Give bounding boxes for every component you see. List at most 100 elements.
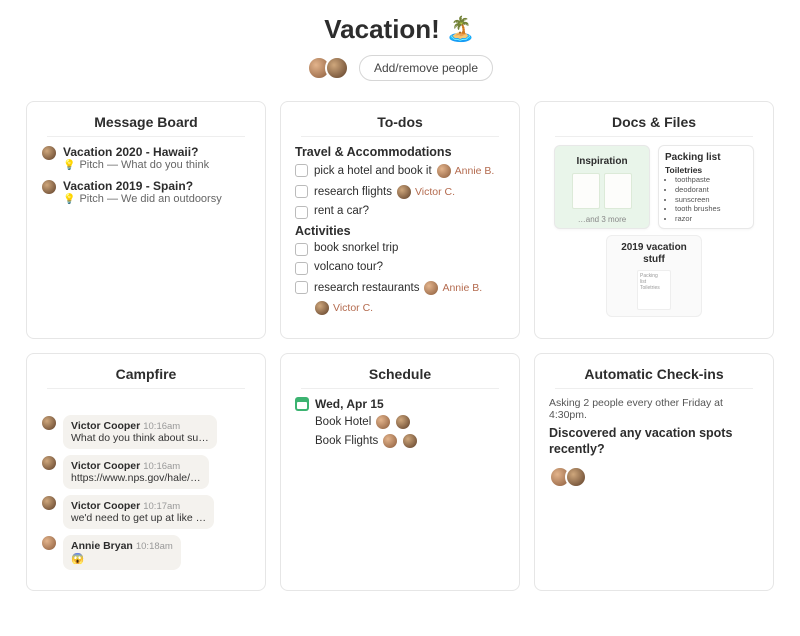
message-title: Vacation 2019 - Spain? xyxy=(63,179,251,193)
chat-author: Victor Cooper xyxy=(71,460,140,472)
avatar xyxy=(41,495,57,511)
chat-message: Annie Bryan10:18am 😱 xyxy=(41,535,251,570)
todo-group-title[interactable]: Travel & Accommodations xyxy=(295,145,505,159)
todo-item[interactable]: research flights Victor C. xyxy=(295,184,505,200)
docs-files-card[interactable]: Docs & Files Inspiration …and 3 more Pac… xyxy=(534,101,774,339)
doc-list-item: tooth brushes xyxy=(675,204,747,214)
doc-item-packing-list[interactable]: Packing list Toiletries toothpaste deodo… xyxy=(658,145,754,229)
lightbulb-icon: 💡 xyxy=(63,194,75,205)
doc-title: 2019 vacation stuff xyxy=(613,242,695,266)
doc-item-inspiration[interactable]: Inspiration …and 3 more xyxy=(554,145,650,229)
todo-item[interactable]: research restaurants Annie B. Victor C. xyxy=(295,280,505,316)
chat-author: Victor Cooper xyxy=(71,500,140,512)
schedule-card[interactable]: Schedule Wed, Apr 15 Book Hotel Book Fli… xyxy=(280,353,520,591)
todo-text: research flights xyxy=(314,186,392,198)
todo-assignee: Annie B. xyxy=(442,282,482,294)
schedule-date: Wed, Apr 15 xyxy=(315,397,384,411)
todo-assignee: Annie B. xyxy=(455,165,495,177)
chat-message: Victor Cooper10:16am https://www.nps.gov… xyxy=(41,455,251,489)
page-title-text: Vacation! xyxy=(324,14,440,45)
todo-text: volcano tour? xyxy=(314,261,383,273)
lightbulb-icon: 💡 xyxy=(63,160,75,171)
avatar xyxy=(382,433,398,449)
more-count: …and 3 more xyxy=(561,215,643,224)
doc-list-item: razor xyxy=(675,214,747,224)
checkin-respondent-avatars xyxy=(549,466,759,488)
todo-checkbox[interactable] xyxy=(295,164,308,177)
chat-body: What do you think about su… xyxy=(71,432,209,444)
message-subtitle: Pitch — What do you think xyxy=(79,159,209,171)
todo-checkbox[interactable] xyxy=(295,262,308,275)
message-title: Vacation 2020 - Hawaii? xyxy=(63,145,251,159)
message-subtitle: Pitch — We did an outdoorsy xyxy=(79,193,221,205)
chat-time: 10:17am xyxy=(143,501,180,512)
todo-checkbox[interactable] xyxy=(295,206,308,219)
avatar xyxy=(325,56,349,80)
chat-message: Victor Cooper10:16am What do you think a… xyxy=(41,415,251,449)
todo-item[interactable]: pick a hotel and book it Annie B. xyxy=(295,163,505,179)
doc-thumbnail: PackinglistToiletries xyxy=(637,270,671,310)
message-board-card[interactable]: Message Board Vacation 2020 - Hawaii? 💡 P… xyxy=(26,101,266,339)
page-title: Vacation! 🏝️ xyxy=(324,14,475,45)
avatar xyxy=(41,179,57,195)
todo-text: pick a hotel and book it xyxy=(314,165,432,177)
chat-author: Annie Bryan xyxy=(71,540,133,552)
image-thumbnail xyxy=(604,173,632,209)
todo-item[interactable]: book snorkel trip xyxy=(295,242,505,256)
chat-time: 10:18am xyxy=(136,541,173,552)
chat-time: 10:16am xyxy=(143,421,180,432)
avatar xyxy=(41,145,57,161)
avatar xyxy=(41,455,57,471)
avatar xyxy=(396,184,412,200)
avatar xyxy=(41,535,57,551)
avatar xyxy=(41,415,57,431)
todo-text: book snorkel trip xyxy=(314,242,398,254)
palm-island-icon: 🏝️ xyxy=(446,15,476,44)
avatar xyxy=(314,300,330,316)
campfire-card[interactable]: Campfire Victor Cooper10:16am What do yo… xyxy=(26,353,266,591)
todo-checkbox[interactable] xyxy=(295,281,308,294)
chat-author: Victor Cooper xyxy=(71,420,140,432)
card-title: Docs & Files xyxy=(555,114,753,137)
schedule-item-text: Book Hotel xyxy=(315,416,371,428)
todo-checkbox[interactable] xyxy=(295,243,308,256)
avatar xyxy=(402,433,418,449)
todo-text: research restaurants xyxy=(314,282,419,294)
checkin-question: Discovered any vacation spots recently? xyxy=(549,425,759,458)
todo-assignee: Victor C. xyxy=(333,302,373,314)
message-item[interactable]: Vacation 2020 - Hawaii? 💡 Pitch — What do… xyxy=(41,145,251,171)
chat-time: 10:16am xyxy=(143,461,180,472)
schedule-item[interactable]: Book Hotel xyxy=(315,414,505,430)
card-title: Message Board xyxy=(47,114,245,137)
todo-checkbox[interactable] xyxy=(295,185,308,198)
doc-subtitle: Toiletries xyxy=(665,165,747,175)
card-title: To-dos xyxy=(301,114,499,137)
schedule-item[interactable]: Book Flights xyxy=(315,433,505,449)
add-remove-people-button[interactable]: Add/remove people xyxy=(359,55,493,81)
card-title: Automatic Check-ins xyxy=(555,366,753,389)
chat-body: https://www.nps.gov/hale/… xyxy=(71,472,201,484)
todo-text: rent a car? xyxy=(314,205,369,217)
checkin-meta: Asking 2 people every other Friday at 4:… xyxy=(549,397,759,421)
chat-body: 😱 xyxy=(71,552,173,565)
project-people-avatars[interactable] xyxy=(307,56,349,80)
doc-list-item: sunscreen xyxy=(675,195,747,205)
avatar xyxy=(375,414,391,430)
card-title: Schedule xyxy=(301,366,499,389)
checkins-card[interactable]: Automatic Check-ins Asking 2 people ever… xyxy=(534,353,774,591)
avatar xyxy=(436,163,452,179)
doc-folder-2019[interactable]: 2019 vacation stuff PackinglistToiletrie… xyxy=(606,235,702,317)
doc-title: Packing list xyxy=(665,152,747,163)
doc-list-item: deodorant xyxy=(675,185,747,195)
message-item[interactable]: Vacation 2019 - Spain? 💡 Pitch — We did a… xyxy=(41,179,251,205)
todo-item[interactable]: volcano tour? xyxy=(295,261,505,275)
todos-card[interactable]: To-dos Travel & Accommodations pick a ho… xyxy=(280,101,520,339)
avatar xyxy=(565,466,587,488)
card-title: Campfire xyxy=(47,366,245,389)
chat-message: Victor Cooper10:17am we'd need to get up… xyxy=(41,495,251,529)
todo-group-title[interactable]: Activities xyxy=(295,224,505,238)
chat-body: we'd need to get up at like … xyxy=(71,512,206,524)
schedule-item-text: Book Flights xyxy=(315,435,378,447)
todo-item[interactable]: rent a car? xyxy=(295,205,505,219)
avatar xyxy=(423,280,439,296)
